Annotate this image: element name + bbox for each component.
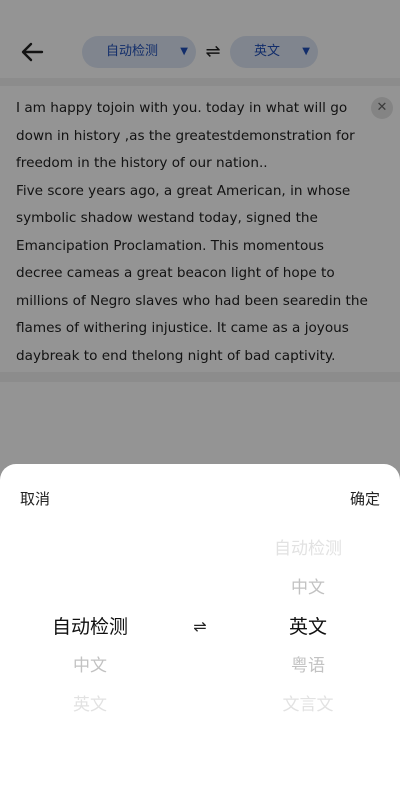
picker-option[interactable]: 中文	[30, 651, 150, 681]
target-language-wheel[interactable]: 自动检测 中文 英文 粤语 文言文	[248, 528, 368, 798]
picker-option[interactable]: 粤语	[248, 651, 368, 681]
swap-languages-icon[interactable]: ⇌	[186, 613, 214, 641]
picker-option-selected[interactable]: 自动检测	[30, 612, 150, 642]
cancel-button[interactable]: 取消	[20, 488, 50, 510]
picker-option-selected[interactable]: 英文	[248, 612, 368, 642]
language-picker-sheet: 取消 确定 自动检测 中文 英文 ⇌ 自动检测 中文 英文 粤语 文言文	[0, 464, 400, 800]
picker-option[interactable]: 自动检测	[248, 534, 368, 564]
picker-option[interactable]: 文言文	[248, 690, 368, 720]
picker-option[interactable]: 中文	[248, 573, 368, 603]
source-language-wheel[interactable]: 自动检测 中文 英文	[30, 528, 150, 798]
confirm-button[interactable]: 确定	[350, 488, 380, 510]
picker-option[interactable]: 英文	[30, 690, 150, 720]
